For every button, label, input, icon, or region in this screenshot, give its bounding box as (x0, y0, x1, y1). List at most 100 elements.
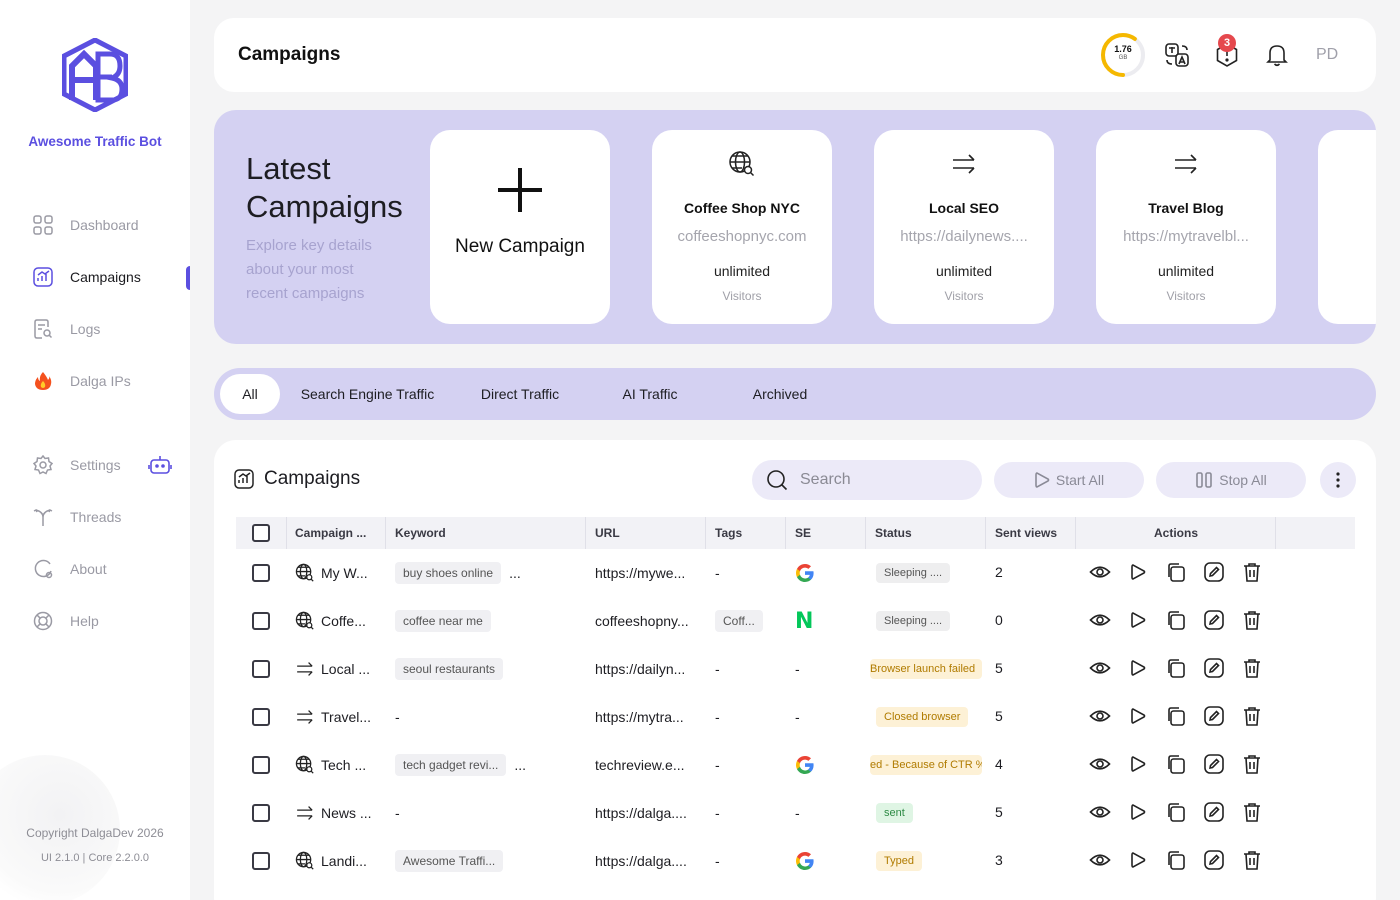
copyright-text: Copyright DalgaDev 2026 (26, 826, 164, 840)
play-icon[interactable] (1127, 705, 1151, 729)
column-header-keyword[interactable]: Keyword (395, 517, 575, 549)
campaign-name[interactable]: Travel... (321, 709, 371, 725)
robot-icon[interactable] (148, 454, 172, 476)
row-checkbox[interactable] (252, 852, 270, 870)
sidebar-item-help[interactable]: Help (32, 610, 99, 632)
column-header-url[interactable]: URL (595, 517, 695, 549)
tab-direct-traffic[interactable]: Direct Traffic (464, 374, 576, 414)
delete-trash-icon[interactable] (1241, 609, 1265, 633)
row-checkbox[interactable] (252, 708, 270, 726)
search-input[interactable] (800, 471, 960, 489)
column-divider (1075, 517, 1076, 549)
copy-icon[interactable] (1165, 705, 1189, 729)
view-eye-icon[interactable] (1089, 849, 1113, 873)
keyword-cell: - (395, 693, 580, 741)
google-icon (795, 755, 815, 775)
avatar[interactable]: PD (1316, 46, 1338, 64)
edit-icon[interactable] (1203, 609, 1227, 633)
delete-trash-icon[interactable] (1241, 657, 1265, 681)
search-engine-cell: N (795, 597, 855, 645)
tab-archived[interactable]: Archived (734, 374, 826, 414)
disk-usage-gauge[interactable]: 1.76 GB (1100, 32, 1146, 78)
delete-trash-icon[interactable] (1241, 801, 1265, 825)
column-header-sent-views[interactable]: Sent views (995, 517, 1075, 549)
copy-icon[interactable] (1165, 801, 1189, 825)
campaign-name[interactable]: News ... (321, 805, 372, 821)
globe-search-icon (295, 755, 315, 775)
row-checkbox[interactable] (252, 660, 270, 678)
start-all-button[interactable]: Start All (994, 462, 1144, 498)
search-box[interactable] (752, 460, 982, 500)
new-campaign-card[interactable]: New Campaign (430, 130, 610, 324)
row-checkbox[interactable] (252, 756, 270, 774)
view-eye-icon[interactable] (1089, 753, 1113, 777)
play-icon[interactable] (1127, 801, 1151, 825)
edit-icon[interactable] (1203, 561, 1227, 585)
row-checkbox[interactable] (252, 564, 270, 582)
column-header-status[interactable]: Status (875, 517, 975, 549)
tags-cell: - (715, 549, 781, 597)
tab-all[interactable]: All (220, 374, 280, 414)
stop-all-button[interactable]: Stop All (1156, 462, 1306, 498)
delete-trash-icon[interactable] (1241, 753, 1265, 777)
edit-icon[interactable] (1203, 705, 1227, 729)
sidebar-item-dashboard[interactable]: Dashboard (32, 214, 139, 236)
view-eye-icon[interactable] (1089, 801, 1113, 825)
campaign-name[interactable]: Local ... (321, 661, 370, 677)
row-checkbox[interactable] (252, 612, 270, 630)
play-icon[interactable] (1127, 849, 1151, 873)
campaign-card[interactable]: Local SEO https://dailynews.... unlimite… (874, 130, 1054, 324)
sidebar-item-settings[interactable]: Settings (32, 454, 121, 476)
edit-icon[interactable] (1203, 657, 1227, 681)
view-eye-icon[interactable] (1089, 657, 1113, 681)
sidebar-item-dalga-ips[interactable]: Dalga IPs (32, 370, 131, 392)
copy-icon[interactable] (1165, 657, 1189, 681)
delete-trash-icon[interactable] (1241, 849, 1265, 873)
play-icon[interactable] (1127, 561, 1151, 585)
play-icon[interactable] (1127, 657, 1151, 681)
copy-icon[interactable] (1165, 561, 1189, 585)
column-header-campaign[interactable]: Campaign ... (295, 517, 380, 549)
column-header-se[interactable]: SE (795, 517, 865, 549)
card-visitors-label: Visitors (944, 289, 984, 303)
column-header-tags[interactable]: Tags (715, 517, 785, 549)
select-all-checkbox[interactable] (252, 524, 270, 542)
play-icon[interactable] (1127, 609, 1151, 633)
globe-search-icon (295, 563, 315, 583)
copy-icon[interactable] (1165, 609, 1189, 633)
campaign-name[interactable]: Tech ... (321, 757, 366, 773)
sidebar-item-threads[interactable]: Threads (32, 506, 121, 528)
campaign-card[interactable]: Coffee Shop NYC coffeeshopnyc.com unlimi… (652, 130, 832, 324)
tab-search-engine-traffic[interactable]: Search Engine Traffic (294, 374, 441, 414)
copy-icon[interactable] (1165, 753, 1189, 777)
keyword-more[interactable]: ... (509, 565, 521, 581)
campaign-card-partial[interactable] (1318, 130, 1376, 324)
view-eye-icon[interactable] (1089, 561, 1113, 585)
keyword-more[interactable]: ... (514, 757, 526, 773)
campaign-name[interactable]: Coffe... (321, 613, 366, 629)
edit-icon[interactable] (1203, 801, 1227, 825)
row-checkbox[interactable] (252, 804, 270, 822)
campaign-name[interactable]: Landi... (321, 853, 367, 869)
sidebar-item-campaigns[interactable]: Campaigns (32, 266, 141, 288)
sidebar-item-about[interactable]: About (32, 558, 107, 580)
edit-icon[interactable] (1203, 849, 1227, 873)
sidebar-item-logs[interactable]: Logs (32, 318, 100, 340)
bell-icon[interactable] (1264, 42, 1290, 68)
url-cell: https://dailyn... (595, 645, 700, 693)
search-icon (767, 470, 788, 491)
edit-icon[interactable] (1203, 753, 1227, 777)
delete-trash-icon[interactable] (1241, 561, 1265, 585)
tab-ai-traffic[interactable]: AI Traffic (604, 374, 696, 414)
campaign-card[interactable]: Travel Blog https://mytravelbl... unlimi… (1096, 130, 1276, 324)
keyword-empty: - (395, 805, 400, 821)
view-eye-icon[interactable] (1089, 705, 1113, 729)
translate-icon[interactable] (1164, 42, 1190, 68)
view-eye-icon[interactable] (1089, 609, 1113, 633)
copy-icon[interactable] (1165, 849, 1189, 873)
campaign-url: https://dalga.... (595, 853, 687, 869)
delete-trash-icon[interactable] (1241, 705, 1265, 729)
play-icon[interactable] (1127, 753, 1151, 777)
campaign-name[interactable]: My W... (321, 565, 368, 581)
more-options-button[interactable] (1320, 462, 1356, 498)
